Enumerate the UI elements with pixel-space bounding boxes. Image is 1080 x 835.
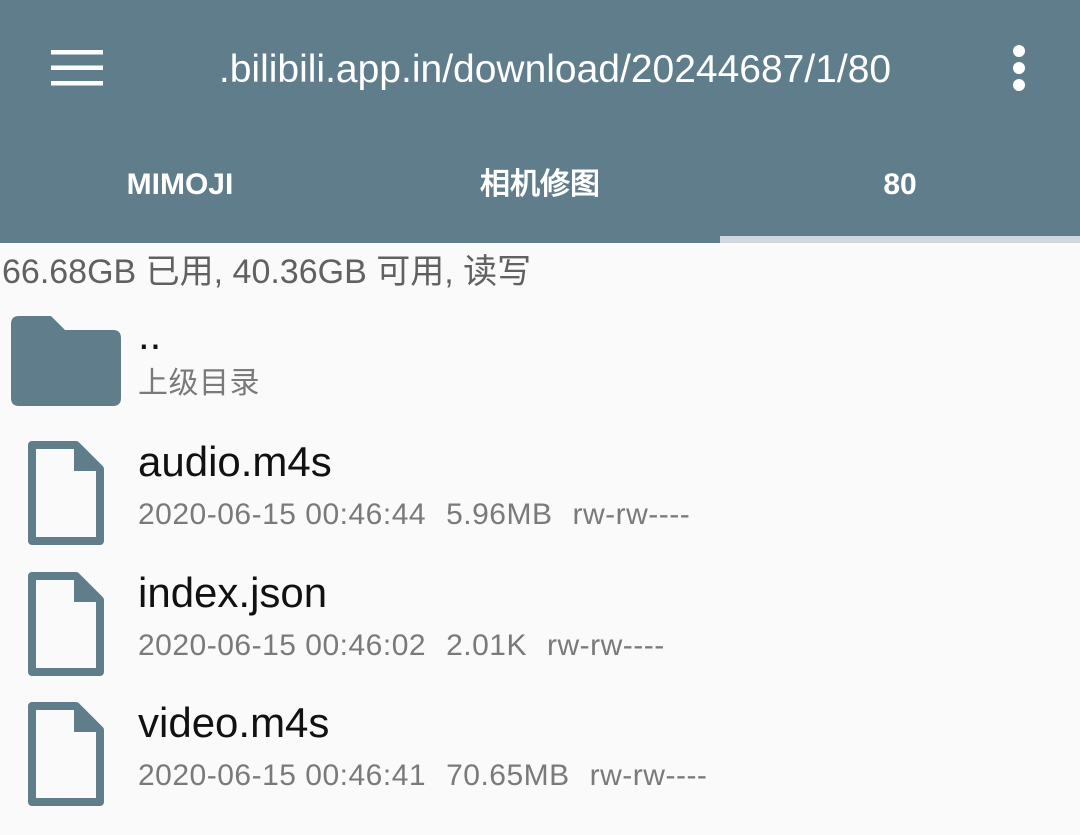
file-permissions: rw-rw---- xyxy=(589,759,708,792)
file-size: 5.96MB xyxy=(446,498,553,531)
storage-info: 66.68GB 已用, 40.36GB 可用, 读写 xyxy=(2,253,532,291)
app-bar: .bilibili.app.in/download/20244687/1/80 … xyxy=(0,0,1080,243)
more-vert-icon xyxy=(1013,45,1025,91)
file-icon xyxy=(28,441,104,545)
file-permissions: rw-rw---- xyxy=(572,498,691,531)
file-icon xyxy=(28,702,104,806)
file-size: 70.65MB xyxy=(446,759,570,792)
menu-icon xyxy=(51,50,103,86)
file-icon xyxy=(28,572,104,676)
selected-tab-indicator xyxy=(720,236,1080,243)
file-details: 2020-06-15 00:46:02 2.01K rw-rw---- xyxy=(138,626,665,666)
parent-directory-name: .. xyxy=(138,311,162,358)
menu-button[interactable] xyxy=(37,33,117,103)
file-details: 2020-06-15 00:46:44 5.96MB rw-rw---- xyxy=(138,495,690,535)
file-details: 2020-06-15 00:46:41 70.65MB rw-rw---- xyxy=(138,756,707,796)
file-date: 2020-06-15 00:46:41 xyxy=(138,759,427,792)
more-options-button[interactable] xyxy=(989,33,1049,103)
file-date: 2020-06-15 00:46:02 xyxy=(138,629,427,662)
list-item[interactable]: audio.m4s 2020-06-15 00:46:44 5.96MB rw-rw… xyxy=(0,435,1080,563)
file-date: 2020-06-15 00:46:44 xyxy=(138,498,427,531)
file-permissions: rw-rw---- xyxy=(546,629,665,662)
folder-icon xyxy=(11,316,121,406)
file-size: 2.01K xyxy=(446,629,527,662)
list-item[interactable]: index.json 2020-06-15 00:46:02 2.01K rw-rw… xyxy=(0,566,1080,694)
tab-mimoji[interactable]: MIMOJI xyxy=(0,150,360,220)
tab-camera-edit[interactable]: 相机修图 xyxy=(360,150,720,220)
tab-80[interactable]: 80 xyxy=(720,150,1080,220)
current-path-title: .bilibili.app.in/download/20244687/1/80 xyxy=(218,48,892,91)
file-name: audio.m4s xyxy=(138,438,332,485)
file-name: video.m4s xyxy=(138,699,330,746)
list-item[interactable]: video.m4s 2020-06-15 00:46:41 70.65MB rw-r… xyxy=(0,696,1080,824)
file-name: index.json xyxy=(138,569,328,616)
parent-directory-row[interactable]: .. 上级目录 xyxy=(0,305,1080,433)
parent-directory-label: 上级目录 xyxy=(138,367,260,400)
